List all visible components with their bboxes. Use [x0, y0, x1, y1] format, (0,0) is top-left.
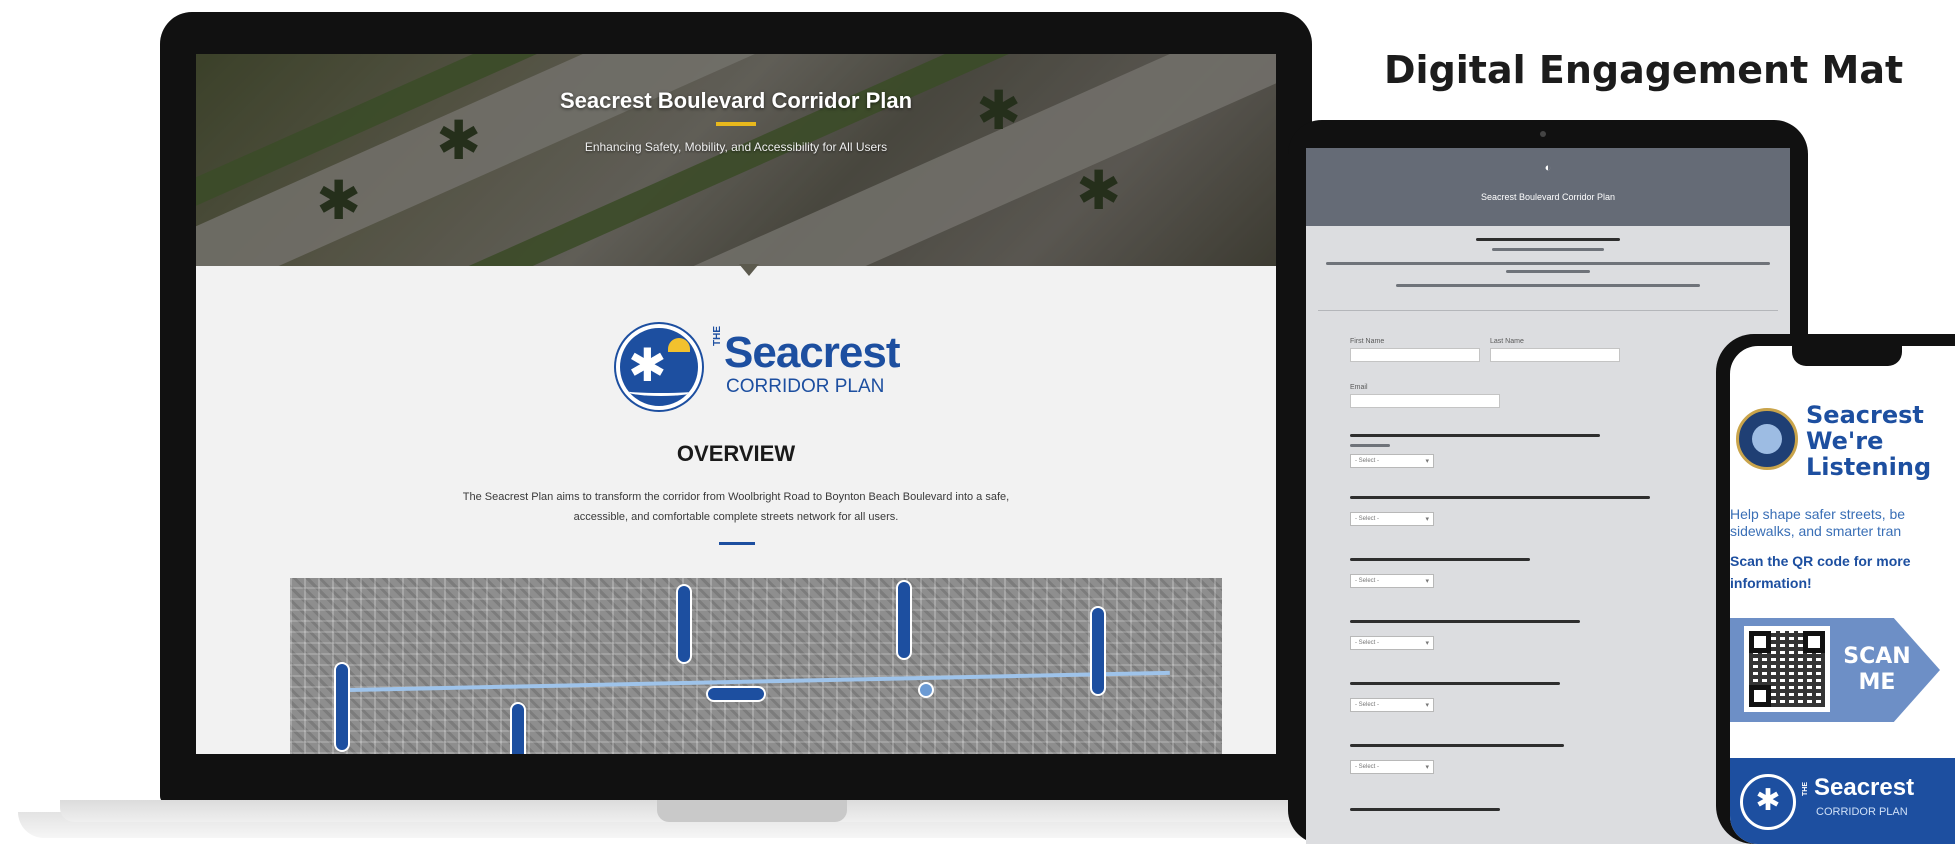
form-intro-line — [1492, 248, 1604, 251]
last-name-field[interactable] — [1490, 348, 1620, 362]
question-label — [1350, 744, 1564, 747]
email-field[interactable] — [1350, 394, 1500, 408]
question-select[interactable]: - Select - ▾ — [1350, 698, 1434, 712]
first-name-field[interactable] — [1350, 348, 1480, 362]
phone-footer: ✱ THE Seacrest CORRIDOR PLAN — [1730, 758, 1955, 844]
hero-subtitle: Enhancing Safety, Mobility, and Accessib… — [584, 140, 888, 154]
last-name-label: Last Name — [1490, 338, 1524, 345]
email-label: Email — [1350, 384, 1368, 391]
map-street-marker[interactable] — [510, 702, 526, 754]
logo-prefix: THE — [712, 326, 723, 346]
form-intro-line — [1506, 270, 1590, 273]
footer-name: Seacrest — [1814, 774, 1915, 801]
overview-divider — [719, 542, 755, 545]
form-divider — [1318, 310, 1778, 311]
hero-title: Seacrest Boulevard Corridor Plan — [559, 88, 913, 113]
footer-prefix: THE — [1802, 782, 1809, 796]
question-label — [1350, 496, 1650, 499]
question-label — [1350, 620, 1580, 623]
question-label — [1350, 808, 1500, 811]
logo-name: Seacrest — [724, 328, 900, 377]
corridor-logo[interactable]: ✱ THE Seacrest CORRIDOR PLAN — [616, 324, 916, 414]
question-select[interactable]: - Select - ▾ — [1350, 574, 1434, 588]
phone-notch — [1792, 346, 1902, 366]
city-seal-icon — [1736, 408, 1798, 470]
logo-subtitle: CORRIDOR PLAN — [726, 376, 885, 397]
map-street-marker[interactable] — [896, 580, 912, 660]
hero-banner: ✱ ✱ ✱ ✱ Seacrest Boulevard Corridor Plan… — [196, 54, 1276, 266]
form-header: ◐ Seacrest Boulevard Corridor Plan — [1306, 148, 1790, 226]
hero-overlay — [196, 54, 1276, 266]
map-street-marker[interactable] — [1090, 606, 1106, 696]
question-label — [1350, 682, 1560, 685]
scan-instructions: Scan the QR code for more information! — [1730, 553, 1911, 591]
question-label — [1350, 558, 1530, 561]
scan-me-label: SCAN ME — [1843, 644, 1911, 695]
map-street-marker[interactable] — [676, 584, 692, 664]
map-location-dot[interactable] — [918, 682, 934, 698]
overview-text: The Seacrest Plan aims to transform the … — [462, 491, 1010, 523]
question-label — [1350, 434, 1600, 437]
map-label-seacrest[interactable] — [706, 686, 766, 702]
overview-heading: OVERVIEW — [676, 441, 796, 466]
palm-tree-sun-icon: ✱ — [1740, 774, 1796, 830]
phone-screen: Seacrest We're Listening Help shape safe… — [1730, 346, 1955, 844]
form-intro-line — [1326, 262, 1770, 265]
logo-icon: ◐ — [1544, 162, 1552, 174]
form-intro-title — [1476, 238, 1620, 241]
hero-notch — [739, 264, 759, 276]
phone-blurb: Help shape safer streets, be sidewalks, … — [1730, 506, 1906, 539]
question-select[interactable]: - Select - ▾ — [1350, 454, 1434, 468]
question-select[interactable]: - Select - ▾ — [1350, 636, 1434, 650]
page-heading: Digital Engagement Mat — [1384, 48, 1904, 92]
laptop-screen: ✱ ✱ ✱ ✱ Seacrest Boulevard Corridor Plan… — [196, 54, 1276, 754]
form-intro-line — [1396, 284, 1700, 287]
footer-subtitle: CORRIDOR PLAN — [1816, 806, 1908, 818]
laptop-notch — [657, 800, 847, 822]
question-hint — [1350, 444, 1390, 447]
question-select[interactable]: - Select - ▾ — [1350, 760, 1434, 774]
tablet-camera — [1540, 131, 1546, 137]
first-name-label: First Name — [1350, 338, 1385, 345]
qr-code-icon[interactable] — [1744, 626, 1830, 712]
corridor-map[interactable] — [290, 578, 1222, 754]
question-select[interactable]: - Select - ▾ — [1350, 512, 1434, 526]
palm-tree-sun-icon: ✱ — [616, 324, 702, 410]
hero-accent-bar — [716, 122, 756, 126]
map-street-marker[interactable] — [334, 662, 350, 752]
phone-title: Seacrest We're Listening — [1806, 401, 1932, 481]
form-header-title: Seacrest Boulevard Corridor Plan — [1480, 192, 1616, 202]
